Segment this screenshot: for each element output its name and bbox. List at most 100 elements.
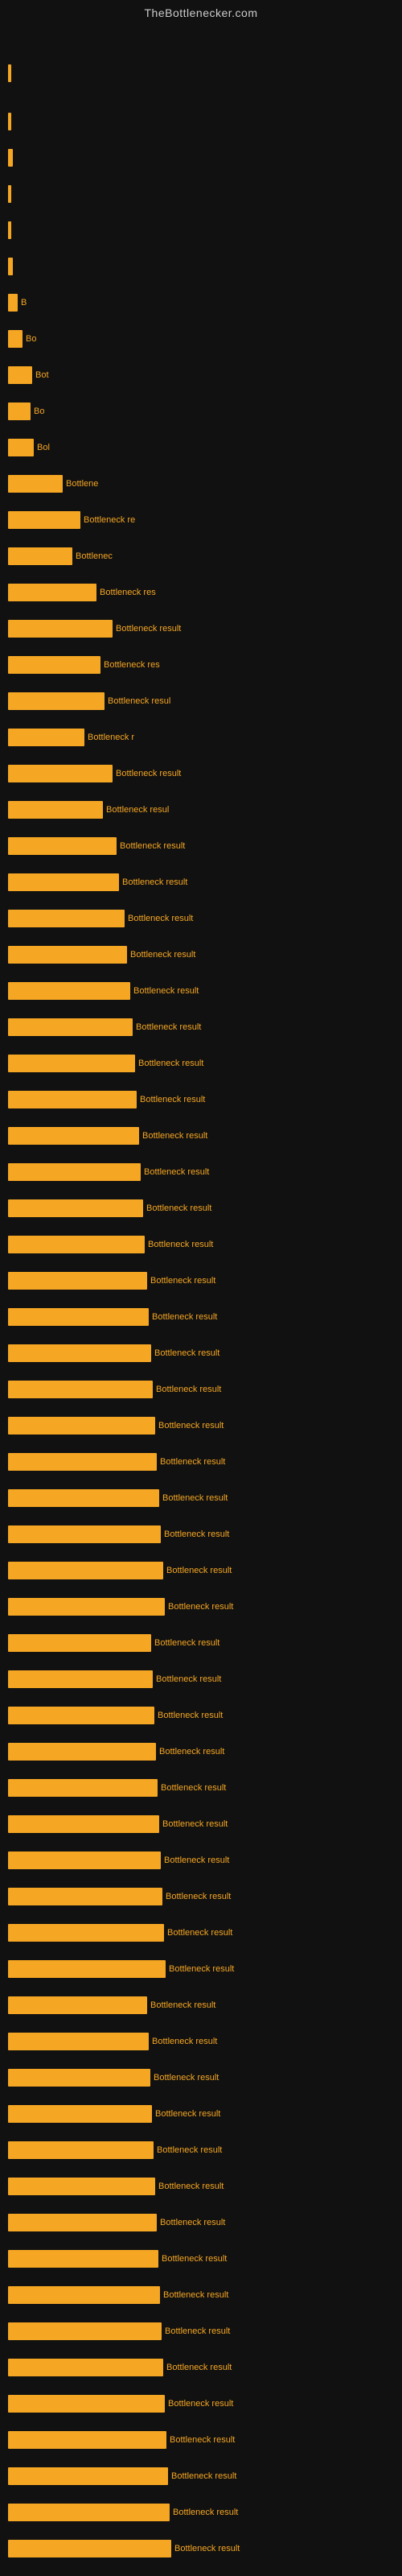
bar-row: Bottleneck result [8,1236,213,1253]
bar-row: Bottleneck result [8,1743,224,1761]
bar-row: Bottlenec [8,547,113,565]
bar-label: Bottleneck re [84,515,135,525]
bar [8,2250,158,2268]
bar-row: Bottleneck result [8,873,187,891]
bar-label: Bottleneck result [150,2000,215,2010]
bar-label: Bottleneck result [154,1638,219,1648]
bar-label: Bottleneck result [160,2218,225,2227]
bar-row: Bottleneck result [8,2033,217,2050]
bar [8,2431,166,2449]
bar-label: Bottleneck result [173,2508,238,2517]
bar [8,2178,155,2195]
bar-row: Bottleneck result [8,1634,219,1652]
bar [8,982,130,1000]
bar-label: Bottleneck result [156,1674,221,1684]
bar-row: Bottleneck result [8,2395,233,2413]
bar-row: Bottleneck r [8,729,134,746]
bar-row: Bottleneck result [8,2105,220,2123]
bar [8,910,125,927]
bar-label: Bottleneck result [130,950,195,960]
bar [8,439,34,456]
bar [8,1018,133,1036]
bar-label: Bottleneck result [152,1312,217,1322]
chart-area: TheBottlenecker.com BBoBotBoBolBottleneB… [0,0,402,2576]
bar [8,258,13,275]
bar-label: Bottleneck result [150,1276,215,1286]
bar-row: Bottleneck result [8,1707,223,1724]
bar [8,1960,166,1978]
bar-label: Bottleneck result [168,1602,233,1612]
bar-row: Bottleneck result [8,2286,228,2304]
bar-row: Bottleneck result [8,2178,224,2195]
bar [8,221,11,239]
bar [8,294,18,312]
bar-row: Bottleneck result [8,1055,203,1072]
bar [8,2286,160,2304]
bar [8,729,84,746]
bar-label: Bottleneck result [155,2109,220,2119]
bar [8,1127,139,1145]
bar-label: Bottleneck result [156,1385,221,1394]
site-title: TheBottlenecker.com [0,0,402,23]
bar-row [8,64,14,82]
bar [8,1381,153,1398]
bar [8,1236,145,1253]
bar [8,1344,151,1362]
bar-label: Bottleneck result [166,1566,232,1575]
bar-row: Bottleneck result [8,1960,234,1978]
bar-row: Bottleneck result [8,2431,235,2449]
bar-label: Bottleneck result [158,1711,223,1720]
bar-label: Bottleneck result [164,1856,229,1865]
bar [8,1417,155,1435]
bar [8,620,113,638]
bar-row: Bo [8,402,44,420]
bar-row: Bottleneck result [8,1779,226,1797]
bar [8,1996,147,2014]
bar-row [8,149,16,167]
bar-label: Bottleneck result [160,1457,225,1467]
bar [8,656,100,674]
bar [8,547,72,565]
bar-row: Bottleneck result [8,2359,232,2376]
bar-label: Bottleneck result [169,1964,234,1974]
bar-label: Bottleneck result [140,1095,205,1104]
bar [8,765,113,782]
bar-row: Bottleneck result [8,2540,240,2557]
bar-row: Bottleneck result [8,946,195,964]
bar-label: Bottleneck result [162,1819,228,1829]
bar-label: Bottlene [66,479,98,489]
bar-label: Bottleneck result [122,877,187,887]
bar [8,2359,163,2376]
bar [8,330,23,348]
bar-row: Bottleneck result [8,1670,221,1688]
bar-label: Bottleneck result [138,1059,203,1068]
bar-row: Bottleneck result [8,1163,209,1181]
bar-label: Bottleneck result [163,2290,228,2300]
bar-label: Bottleneck result [136,1022,201,1032]
bar-row: Bottleneck result [8,765,181,782]
bar-row: Bottleneck result [8,1272,215,1290]
bar-row: Bottleneck result [8,1344,219,1362]
bar-label: Bot [35,370,49,380]
bar [8,2395,165,2413]
bar-row: Bottleneck result [8,1525,229,1543]
bar [8,873,119,891]
bar [8,2214,157,2231]
bar [8,801,103,819]
bar [8,1634,151,1652]
bar [8,1525,161,1543]
bar-row: Bottleneck re [8,511,135,529]
bar-row: Bottleneck result [8,2141,222,2159]
bar-label: Bottleneck result [167,1928,232,1938]
bar-row: Bottleneck result [8,1091,205,1108]
bar [8,1091,137,1108]
bar [8,113,11,130]
bar [8,1815,159,1833]
bar-row: Bottleneck result [8,1018,201,1036]
bar-row: Bottleneck result [8,1852,229,1869]
bar [8,64,11,82]
bar-row: Bottleneck result [8,1308,217,1326]
bar-row: B [8,294,27,312]
bar-label: Bottleneck r [88,733,134,742]
bar-row: Bottleneck result [8,2214,225,2231]
